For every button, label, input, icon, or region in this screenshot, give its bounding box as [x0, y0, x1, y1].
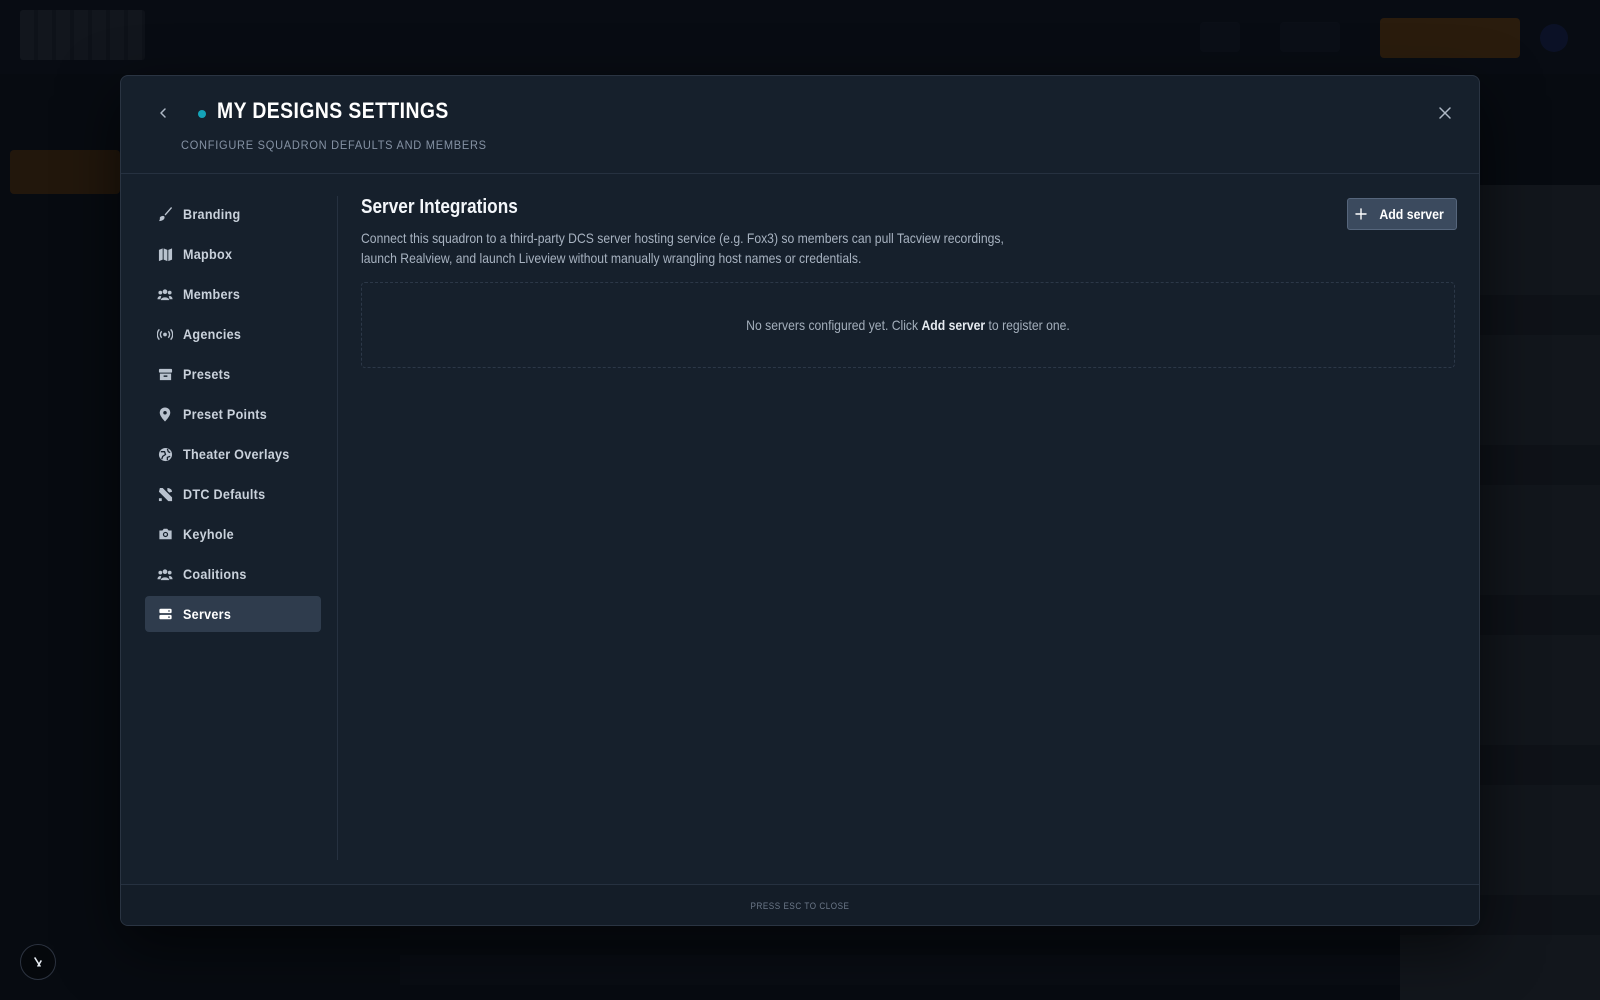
nav-item-servers[interactable]: Servers	[145, 596, 321, 632]
nav-divider	[337, 196, 338, 860]
nav-item-keyhole[interactable]: Keyhole	[145, 516, 321, 552]
back-button[interactable]	[151, 101, 175, 125]
tools-icon	[157, 486, 173, 502]
modal-footer: PRESS ESC TO CLOSE	[121, 884, 1479, 925]
empty-state-suffix: to register one.	[985, 317, 1070, 333]
modal-title: MY DESIGNS SETTINGS	[217, 98, 449, 123]
settings-modal: MY DESIGNS SETTINGS CONFIGURE SQUADRON D…	[120, 75, 1480, 926]
nav-item-members[interactable]: Members	[145, 276, 321, 312]
nav-item-theater-overlays[interactable]: Theater Overlays	[145, 436, 321, 472]
nav-label: Agencies	[183, 326, 242, 342]
nav-label: Preset Points	[183, 406, 268, 422]
slash-icon	[34, 957, 42, 967]
nav-label: Theater Overlays	[183, 446, 290, 462]
map-icon	[157, 246, 173, 262]
empty-state-action: Add server	[921, 317, 986, 333]
status-dot	[198, 110, 206, 118]
modal-header: MY DESIGNS SETTINGS CONFIGURE SQUADRON D…	[121, 76, 1479, 174]
modal-subtitle: CONFIGURE SQUADRON DEFAULTS AND MEMBERS	[181, 138, 487, 152]
empty-state-text: No servers configured yet. Click Add ser…	[746, 317, 1070, 333]
assistant-launcher-button[interactable]	[20, 944, 56, 980]
broadcast-icon	[157, 326, 173, 342]
globe-icon	[157, 446, 173, 462]
nav-item-branding[interactable]: Branding	[145, 196, 321, 232]
add-server-button[interactable]: Add server	[1347, 198, 1457, 230]
close-icon	[1439, 107, 1451, 119]
add-server-label: Add server	[1379, 206, 1445, 222]
section-description: Connect this squadron to a third-party D…	[361, 230, 1004, 266]
footer-hint: PRESS ESC TO CLOSE	[750, 900, 850, 911]
nav-item-agencies[interactable]: Agencies	[145, 316, 321, 352]
servers-panel: Server Integrations Connect this squadro…	[361, 196, 1457, 866]
users-group-icon	[157, 566, 173, 582]
close-button[interactable]	[1433, 101, 1457, 125]
users-icon	[157, 286, 173, 302]
nav-item-mapbox[interactable]: Mapbox	[145, 236, 321, 272]
nav-item-dtc-defaults[interactable]: DTC Defaults	[145, 476, 321, 512]
nav-label: Mapbox	[183, 246, 233, 262]
plus-icon	[1355, 208, 1368, 220]
map-pin-icon	[157, 406, 173, 422]
archive-icon	[157, 366, 173, 382]
nav-label: Servers	[183, 606, 232, 622]
nav-label: Members	[183, 286, 241, 302]
settings-nav: Branding Mapbox Members Agencies Presets	[145, 196, 321, 636]
nav-item-preset-points[interactable]: Preset Points	[145, 396, 321, 432]
nav-label: Keyhole	[183, 526, 234, 542]
nav-label: Coalitions	[183, 566, 247, 582]
nav-label: Presets	[183, 366, 231, 382]
empty-state: No servers configured yet. Click Add ser…	[361, 282, 1455, 368]
chevron-left-icon	[160, 108, 166, 118]
nav-item-coalitions[interactable]: Coalitions	[145, 556, 321, 592]
brush-icon	[157, 206, 173, 222]
section-title: Server Integrations	[361, 196, 518, 218]
camera-icon	[157, 526, 173, 542]
nav-label: DTC Defaults	[183, 486, 266, 502]
empty-state-prefix: No servers configured yet. Click	[746, 317, 922, 333]
nav-label: Branding	[183, 206, 241, 222]
nav-item-presets[interactable]: Presets	[145, 356, 321, 392]
server-icon	[157, 606, 173, 622]
